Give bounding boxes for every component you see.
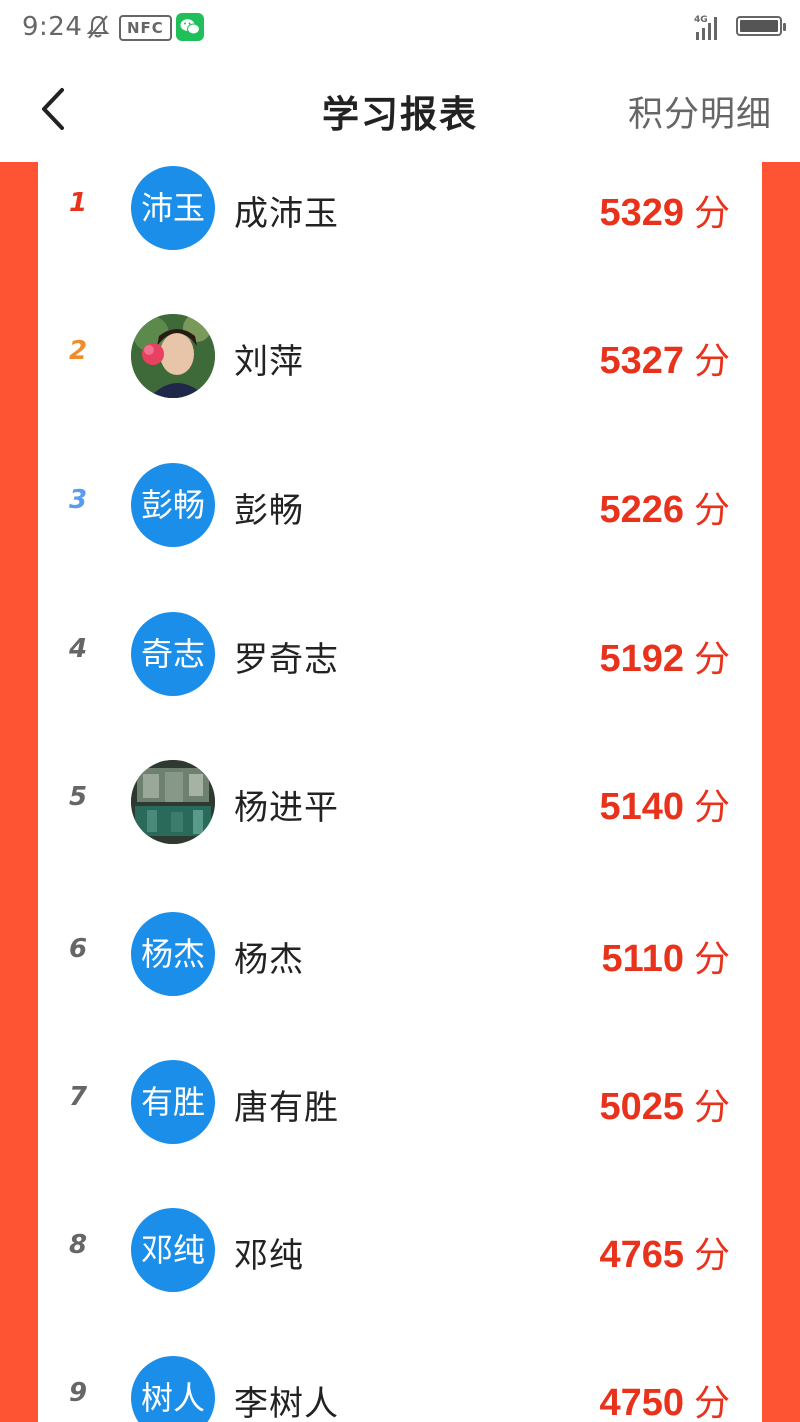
- score: 5110 分: [602, 930, 730, 982]
- rank-number: 2: [68, 336, 88, 366]
- ranking-row[interactable]: 8 邓纯 邓纯 4765 分: [38, 1200, 762, 1300]
- score-unit: 分: [693, 341, 730, 382]
- score-unit: 分: [693, 490, 730, 531]
- status-bar: 9:24 NFC 4G: [0, 0, 800, 56]
- score-value: 5329: [599, 192, 684, 234]
- ranking-row[interactable]: 2 刘萍 5327 分: [38, 306, 762, 406]
- score-value: 5226: [599, 489, 684, 531]
- ranking-row[interactable]: 7 有胜 唐有胜 5025 分: [38, 1052, 762, 1152]
- points-detail-link[interactable]: 积分明细: [628, 86, 772, 137]
- user-name: 刘萍: [234, 342, 304, 382]
- score: 5025 分: [599, 1078, 730, 1130]
- score: 5140 分: [599, 778, 730, 830]
- user-name: 杨杰: [234, 940, 304, 980]
- avatar: 邓纯: [131, 1208, 215, 1292]
- rank-number: 1: [68, 188, 88, 218]
- score-value: 4765: [599, 1234, 684, 1276]
- score-value: 5192: [599, 638, 684, 680]
- score-unit: 分: [693, 1087, 730, 1128]
- mute-bell-icon: [86, 15, 110, 39]
- nfc-icon: NFC: [119, 15, 172, 41]
- score-unit: 分: [693, 193, 730, 234]
- user-name: 成沛玉: [234, 194, 339, 234]
- ranking-row[interactable]: 9 树人 李树人 4750 分: [38, 1348, 762, 1422]
- avatar: 杨杰: [131, 912, 215, 996]
- score-unit: 分: [693, 639, 730, 680]
- user-name: 邓纯: [234, 1236, 304, 1276]
- signal-4g-icon: 4G: [694, 15, 717, 40]
- score-value: 5327: [599, 340, 684, 382]
- score-unit: 分: [693, 787, 730, 828]
- nav-bar: 学习报表 积分明细: [0, 56, 800, 162]
- rank-number: 7: [68, 1082, 88, 1112]
- rank-number: 6: [68, 934, 88, 964]
- avatar: 树人: [131, 1356, 215, 1422]
- rank-number: 5: [68, 782, 88, 812]
- user-photo-icon: [131, 760, 215, 844]
- rank-number: 3: [68, 485, 88, 515]
- score-value: 5110: [601, 938, 684, 980]
- avatar: 奇志: [131, 612, 215, 696]
- svg-text:4G: 4G: [694, 15, 708, 25]
- avatar: 沛玉: [131, 166, 215, 250]
- score: 5192 分: [599, 630, 730, 682]
- user-name: 杨进平: [234, 788, 339, 828]
- avatar: 彭畅: [131, 463, 215, 547]
- wechat-icon: [176, 13, 204, 41]
- ranking-row[interactable]: 3 彭畅 彭畅 5226 分: [38, 455, 762, 555]
- score: 5327 分: [599, 332, 730, 384]
- score: 5329 分: [599, 184, 730, 236]
- user-name: 唐有胜: [234, 1088, 339, 1128]
- score-unit: 分: [693, 939, 730, 980]
- status-time: 9:24: [22, 12, 83, 42]
- user-photo-icon: [131, 314, 215, 398]
- score: 5226 分: [599, 481, 730, 533]
- user-name: 李树人: [234, 1384, 339, 1422]
- ranking-list: 1 沛玉 成沛玉 5329 分 2 刘萍 5327 分 3 彭畅 彭畅 5226…: [38, 162, 762, 1422]
- ranking-row[interactable]: 4 奇志 罗奇志 5192 分: [38, 604, 762, 704]
- rank-number: 9: [68, 1378, 88, 1408]
- score-value: 5140: [599, 786, 684, 828]
- user-name: 彭畅: [234, 491, 304, 531]
- score-unit: 分: [693, 1383, 730, 1422]
- score: 4750 分: [599, 1374, 730, 1422]
- score-value: 4750: [599, 1382, 684, 1422]
- user-name: 罗奇志: [234, 640, 339, 680]
- score-value: 5025: [599, 1086, 684, 1128]
- ranking-row[interactable]: 1 沛玉 成沛玉 5329 分: [38, 162, 762, 258]
- ranking-row[interactable]: 5 杨进平 5140 分: [38, 752, 762, 852]
- score-unit: 分: [693, 1235, 730, 1276]
- score: 4765 分: [599, 1226, 730, 1278]
- content-area: 1 沛玉 成沛玉 5329 分 2 刘萍 5327 分 3 彭畅 彭畅 5226…: [0, 162, 800, 1422]
- battery-icon: [736, 16, 786, 36]
- ranking-row[interactable]: 6 杨杰 杨杰 5110 分: [38, 904, 762, 1004]
- rank-number: 8: [68, 1230, 88, 1260]
- rank-number: 4: [68, 634, 88, 664]
- avatar: 有胜: [131, 1060, 215, 1144]
